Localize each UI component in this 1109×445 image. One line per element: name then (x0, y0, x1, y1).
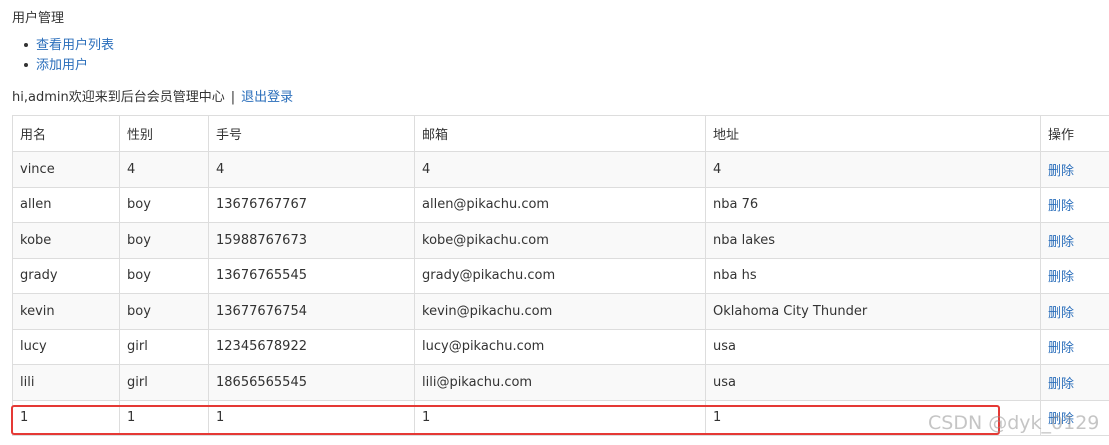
cell-address: 1 (705, 399, 1041, 436)
cell-phone: 1 (208, 399, 415, 436)
table-row: kevin boy 13677676754 kevin@pikachu.com … (12, 293, 1109, 330)
table-row: lucy girl 12345678922 lucy@pikachu.com u… (12, 328, 1109, 365)
cell-address: nba hs (705, 257, 1041, 294)
table-row: allen boy 13676767767 allen@pikachu.com … (12, 186, 1109, 223)
delete-link[interactable]: 删除 (1048, 306, 1074, 321)
cell-action: 删除 (1040, 293, 1109, 330)
cell-gender: boy (119, 186, 209, 223)
cell-email: 1 (414, 399, 706, 436)
cell-action: 删除 (1040, 257, 1109, 294)
delete-link[interactable]: 删除 (1048, 377, 1074, 392)
delete-link[interactable]: 删除 (1048, 341, 1074, 356)
bullet-icon (24, 62, 28, 67)
nav-item-add-user: 添加用户 (24, 56, 114, 76)
cell-name: vince (12, 151, 120, 188)
table-header-row: 用名 性别 手号 邮箱 地址 操作 (12, 115, 1109, 152)
cell-phone: 13677676754 (208, 293, 415, 330)
cell-email: lili@pikachu.com (414, 364, 706, 401)
separator: | (230, 90, 236, 105)
cell-address: nba 76 (705, 186, 1041, 223)
cell-action: 删除 (1040, 328, 1109, 365)
cell-email: grady@pikachu.com (414, 257, 706, 294)
cell-gender: boy (119, 293, 209, 330)
cell-name: grady (12, 257, 120, 294)
page: 用户管理 查看用户列表 添加用户 hi,admin欢迎来到后台会员管理中心 | 退出… (0, 0, 1109, 445)
cell-gender: boy (119, 222, 209, 259)
cell-address: Oklahoma City Thunder (705, 293, 1041, 330)
cell-action: 删除 (1040, 151, 1109, 188)
add-user-link[interactable]: 添加用户 (36, 58, 88, 73)
delete-link[interactable]: 删除 (1048, 164, 1074, 179)
table-row: vince 4 4 4 4 删除 (12, 151, 1109, 188)
cell-phone: 15988767673 (208, 222, 415, 259)
header-gender: 性别 (119, 115, 209, 152)
cell-phone: 18656565545 (208, 364, 415, 401)
cell-name: lili (12, 364, 120, 401)
cell-action: 删除 (1040, 186, 1109, 223)
cell-email: kobe@pikachu.com (414, 222, 706, 259)
cell-email: allen@pikachu.com (414, 186, 706, 223)
cell-name: allen (12, 186, 120, 223)
cell-phone: 13676765545 (208, 257, 415, 294)
cell-name: kobe (12, 222, 120, 259)
welcome-text: hi,admin欢迎来到后台会员管理中心 (12, 90, 225, 105)
table-row-new-entry: 1 1 1 1 1 删除 (12, 399, 1109, 436)
delete-link[interactable]: 删除 (1048, 412, 1074, 427)
cell-phone: 13676767767 (208, 186, 415, 223)
bullet-icon (24, 42, 28, 47)
cell-email: 4 (414, 151, 706, 188)
header-name: 用名 (12, 115, 120, 152)
header-action: 操作 (1040, 115, 1109, 152)
delete-link[interactable]: 删除 (1048, 270, 1074, 285)
table-row: kobe boy 15988767673 kobe@pikachu.com nb… (12, 222, 1109, 259)
logout-link[interactable]: 退出登录 (241, 90, 293, 105)
table-row: grady boy 13676765545 grady@pikachu.com … (12, 257, 1109, 294)
cell-email: kevin@pikachu.com (414, 293, 706, 330)
delete-link[interactable]: 删除 (1048, 235, 1074, 250)
cell-address: usa (705, 364, 1041, 401)
cell-gender: 1 (119, 399, 209, 436)
cell-address: nba lakes (705, 222, 1041, 259)
section-title: 用户管理 (12, 11, 65, 26)
user-table: 用名 性别 手号 邮箱 地址 操作 vince 4 4 4 4 删除 allen… (12, 115, 1109, 436)
cell-gender: boy (119, 257, 209, 294)
nav-list: 查看用户列表 添加用户 (24, 36, 114, 76)
cell-name: 1 (12, 399, 120, 436)
cell-action: 删除 (1040, 222, 1109, 259)
cell-phone: 4 (208, 151, 415, 188)
cell-gender: 4 (119, 151, 209, 188)
header-email: 邮箱 (414, 115, 706, 152)
table-row: lili girl 18656565545 lili@pikachu.com u… (12, 364, 1109, 401)
view-user-list-link[interactable]: 查看用户列表 (36, 38, 114, 53)
cell-email: lucy@pikachu.com (414, 328, 706, 365)
cell-gender: girl (119, 364, 209, 401)
cell-address: usa (705, 328, 1041, 365)
cell-name: kevin (12, 293, 120, 330)
cell-gender: girl (119, 328, 209, 365)
welcome-line: hi,admin欢迎来到后台会员管理中心 | 退出登录 (12, 86, 293, 105)
cell-name: lucy (12, 328, 120, 365)
header-address: 地址 (705, 115, 1041, 152)
cell-action: 删除 (1040, 364, 1109, 401)
cell-action: 删除 (1040, 399, 1109, 436)
nav-item-view-users: 查看用户列表 (24, 36, 114, 56)
header-phone: 手号 (208, 115, 415, 152)
delete-link[interactable]: 删除 (1048, 199, 1074, 214)
cell-address: 4 (705, 151, 1041, 188)
cell-phone: 12345678922 (208, 328, 415, 365)
user-table-container: 用名 性别 手号 邮箱 地址 操作 vince 4 4 4 4 删除 allen… (12, 115, 1109, 445)
